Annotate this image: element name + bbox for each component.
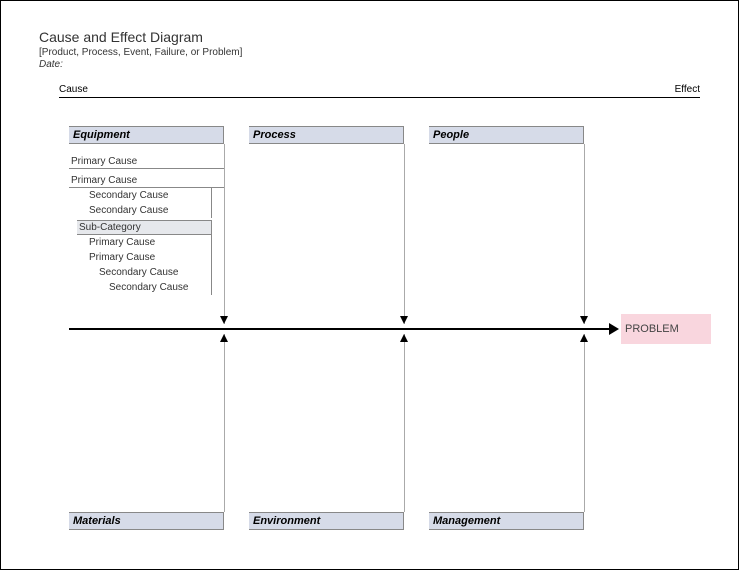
- arrow-down-icon: [400, 316, 408, 324]
- arrow-right-icon: [609, 323, 619, 335]
- fishbone-diagram: Equipment Process People Primary Cause P…: [39, 102, 700, 532]
- category-environment: Environment: [249, 512, 404, 530]
- category-materials: Materials: [69, 512, 224, 530]
- spine-line: [404, 334, 405, 512]
- spine-line: [224, 144, 225, 324]
- date-label: Date:: [39, 59, 700, 70]
- secondary-cause-row: Secondary Cause: [77, 203, 211, 218]
- secondary-cause-row: Secondary Cause: [77, 188, 211, 203]
- problem-box: PROBLEM: [621, 314, 711, 344]
- secondary-cause-row: Secondary Cause: [77, 265, 211, 280]
- arrow-up-icon: [400, 334, 408, 342]
- spine-line: [224, 334, 225, 512]
- primary-cause-row: Primary Cause: [77, 235, 211, 250]
- category-equipment: Equipment: [69, 126, 224, 144]
- spine-line: [404, 144, 405, 324]
- secondary-cause-row: Secondary Cause: [77, 280, 211, 295]
- arrow-up-icon: [580, 334, 588, 342]
- main-arrow-line: [69, 328, 611, 330]
- arrow-down-icon: [580, 316, 588, 324]
- category-management: Management: [429, 512, 584, 530]
- sub-category-row: Sub-Category: [77, 220, 212, 235]
- spine-line: [584, 144, 585, 324]
- cause-label: Cause: [59, 84, 88, 95]
- effect-label: Effect: [675, 84, 700, 95]
- diagram-subtitle: [Product, Process, Event, Failure, or Pr…: [39, 47, 700, 58]
- arrow-down-icon: [220, 316, 228, 324]
- spine-line: [584, 334, 585, 512]
- category-people: People: [429, 126, 584, 144]
- primary-cause-row: Primary Cause: [69, 154, 224, 169]
- primary-cause-row: Primary Cause: [69, 173, 224, 188]
- category-process: Process: [249, 126, 404, 144]
- cause-effect-header: Cause Effect: [59, 84, 700, 98]
- primary-cause-row: Primary Cause: [77, 250, 211, 265]
- diagram-title: Cause and Effect Diagram: [39, 29, 700, 45]
- arrow-up-icon: [220, 334, 228, 342]
- equipment-causes: Primary Cause Primary Cause Secondary Ca…: [69, 150, 224, 295]
